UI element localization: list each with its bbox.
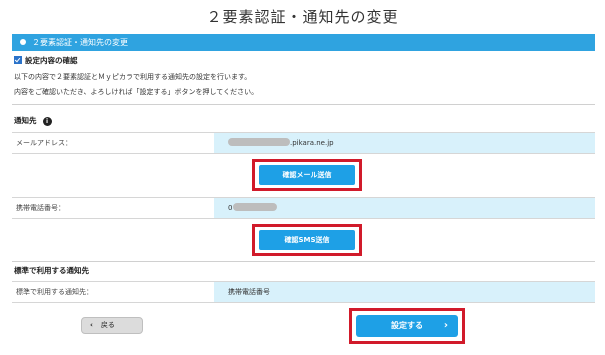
page-title: ２要素認証・通知先の変更 [206, 8, 399, 26]
notify-heading-text: 通知先 [14, 116, 37, 125]
default-section-heading: 標準で利用する通知先 [14, 266, 89, 275]
submit-button[interactable]: 設定する › [356, 315, 458, 337]
email-value-cell: .pikara.ne.jp [214, 133, 595, 153]
banner-text: ２要素認証・通知先の変更 [32, 38, 128, 47]
chevron-left-icon: ‹ [90, 321, 93, 329]
divider [12, 261, 595, 262]
send-confirm-sms-button[interactable]: 確認SMS送信 [259, 230, 355, 250]
redacted-mask [228, 138, 290, 146]
confirm-section-heading: 設定内容の確認 [14, 55, 78, 66]
redacted-mask [233, 203, 278, 211]
bullet-icon [20, 39, 26, 45]
default-notify-value: 携帯電話番号 [214, 282, 595, 302]
back-label: 戻る [100, 321, 115, 329]
email-label: メールアドレス： [16, 133, 214, 153]
section-banner: ２要素認証・通知先の変更 [12, 34, 595, 51]
phone-row: 携帯電話番号： 0 [12, 197, 595, 219]
description-line-2: 内容をご確認いただき、よろしければ「設定する」ボタンを押してください。 [14, 88, 259, 96]
email-value: .pikara.ne.jp [290, 139, 334, 147]
default-notify-label: 標準で利用する通知先： [16, 282, 214, 302]
submit-label: 設定する [391, 321, 423, 330]
chevron-right-icon: › [443, 320, 448, 331]
send-confirm-email-button[interactable]: 確認メール送信 [259, 165, 355, 185]
phone-label: 携帯電話番号： [16, 198, 214, 218]
checkbox-icon [14, 56, 22, 64]
back-button[interactable]: ‹ 戻る [81, 317, 143, 334]
default-notify-row: 標準で利用する通知先： 携帯電話番号 [12, 281, 595, 303]
notify-section-heading: 通知先 i [14, 115, 52, 126]
description-line-1: 以下の内容で２要素認証とＭｙピカラで利用する通知先の設定を行います。 [14, 73, 252, 81]
info-icon[interactable]: i [42, 117, 52, 126]
phone-value: 0 [228, 204, 233, 212]
phone-value-cell: 0 [214, 198, 595, 218]
confirm-heading-text: 設定内容の確認 [25, 56, 78, 65]
divider [12, 104, 595, 105]
email-row: メールアドレス： .pikara.ne.jp [12, 132, 595, 154]
